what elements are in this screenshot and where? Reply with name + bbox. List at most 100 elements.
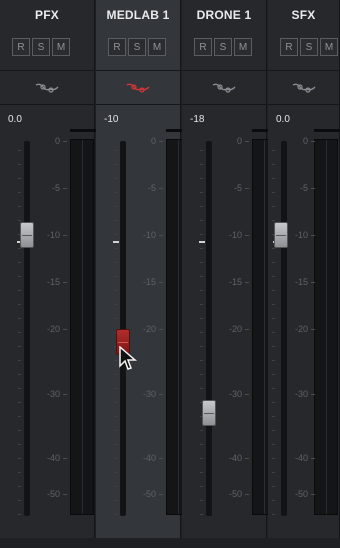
scale-label: -5 bbox=[147, 183, 156, 193]
minor-tick bbox=[200, 234, 203, 235]
scale-label: -20 bbox=[46, 324, 60, 334]
minor-tick bbox=[18, 444, 21, 445]
minor-tick bbox=[114, 164, 117, 165]
volume-readout[interactable]: -18 bbox=[190, 114, 204, 125]
scale-label: -50 bbox=[294, 489, 308, 499]
volume-fader-knob[interactable] bbox=[274, 222, 288, 248]
scale-tick bbox=[159, 235, 163, 236]
minor-tick bbox=[18, 276, 21, 277]
scale-label: -15 bbox=[228, 277, 242, 287]
record-button[interactable]: R bbox=[280, 38, 298, 56]
minor-tick bbox=[18, 290, 21, 291]
minor-tick bbox=[272, 388, 275, 389]
minor-tick bbox=[272, 514, 275, 515]
meter-channel-divider bbox=[264, 140, 265, 514]
scale-tick bbox=[63, 329, 67, 330]
eq-section[interactable] bbox=[182, 70, 266, 105]
scale-tick bbox=[245, 282, 249, 283]
solo-button[interactable]: S bbox=[300, 38, 318, 56]
minor-tick bbox=[18, 374, 21, 375]
minor-tick bbox=[200, 458, 203, 459]
solo-button[interactable]: S bbox=[32, 38, 50, 56]
scale-tick bbox=[311, 188, 315, 189]
minor-tick bbox=[272, 206, 275, 207]
scale-tick bbox=[311, 235, 315, 236]
minor-tick bbox=[18, 486, 21, 487]
eq-section[interactable] bbox=[268, 70, 339, 105]
scale-label: -10 bbox=[46, 230, 60, 240]
channel-name[interactable]: PFX bbox=[0, 8, 94, 22]
scale-tick bbox=[245, 188, 249, 189]
minor-tick bbox=[272, 458, 275, 459]
eq-curve-icon[interactable] bbox=[35, 79, 59, 95]
scale-label: 0 bbox=[302, 136, 308, 146]
solo-button[interactable]: S bbox=[214, 38, 232, 56]
minor-tick bbox=[200, 346, 203, 347]
minor-tick bbox=[18, 388, 21, 389]
minor-tick bbox=[200, 374, 203, 375]
mute-button[interactable]: M bbox=[234, 38, 252, 56]
minor-tick bbox=[272, 472, 275, 473]
mouse-pointer-icon bbox=[118, 345, 138, 372]
scale-label: -10 bbox=[228, 230, 242, 240]
eq-curve-icon[interactable] bbox=[292, 79, 316, 95]
scale-label: -50 bbox=[228, 489, 242, 499]
scale-label: 0 bbox=[236, 136, 242, 146]
minor-tick bbox=[272, 360, 275, 361]
scale-tick bbox=[63, 394, 67, 395]
minor-tick bbox=[200, 486, 203, 487]
scale-label: 0 bbox=[54, 136, 60, 146]
volume-readout[interactable]: 0.0 bbox=[8, 114, 22, 125]
channel-name[interactable]: SFX bbox=[268, 8, 339, 22]
fader-track[interactable] bbox=[24, 141, 30, 516]
minor-tick bbox=[18, 262, 21, 263]
minor-tick bbox=[200, 276, 203, 277]
volume-fader-knob[interactable] bbox=[202, 400, 216, 426]
minor-tick bbox=[18, 346, 21, 347]
minor-tick bbox=[114, 472, 117, 473]
minor-tick bbox=[272, 220, 275, 221]
channel-name[interactable]: DRONE 1 bbox=[182, 8, 266, 22]
scale-tick bbox=[311, 282, 315, 283]
volume-readout[interactable]: -10 bbox=[104, 114, 118, 125]
volume-readout[interactable]: 0.0 bbox=[276, 114, 290, 125]
mute-button[interactable]: M bbox=[148, 38, 166, 56]
channel-strip[interactable]: DRONE 1 R S M -18 0 -5 -10 -15 -20 -30 -40 -50 bbox=[182, 0, 278, 538]
channel-strip[interactable]: SFX R S M 0.0 0 -5 -10 -15 -20 -30 -40 -50 bbox=[268, 0, 340, 538]
minor-tick bbox=[200, 332, 203, 333]
scale-label: -20 bbox=[294, 324, 308, 334]
minor-tick bbox=[272, 248, 275, 249]
minor-tick bbox=[18, 402, 21, 403]
record-button[interactable]: R bbox=[194, 38, 212, 56]
minor-tick bbox=[272, 430, 275, 431]
minor-tick bbox=[18, 304, 21, 305]
channel-name[interactable]: MEDLAB 1 bbox=[96, 8, 180, 22]
level-meter bbox=[70, 139, 94, 515]
eq-curve-icon[interactable] bbox=[126, 79, 150, 95]
record-button[interactable]: R bbox=[12, 38, 30, 56]
channel-strip[interactable]: MEDLAB 1 R S M -10 0 -5 -10 -15 -20 -30 -40 -50 bbox=[96, 0, 192, 538]
eq-curve-icon[interactable] bbox=[212, 79, 236, 95]
record-button[interactable]: R bbox=[108, 38, 126, 56]
scale-tick bbox=[311, 329, 315, 330]
scale-tick bbox=[245, 329, 249, 330]
eq-section[interactable] bbox=[96, 70, 180, 105]
channel-strip[interactable]: PFX R S M 0.0 0 -5 -10 -15 -20 -30 -40 -50 bbox=[0, 0, 96, 538]
scale-tick bbox=[159, 188, 163, 189]
minor-tick bbox=[272, 332, 275, 333]
minor-tick bbox=[114, 262, 117, 263]
solo-button[interactable]: S bbox=[128, 38, 146, 56]
minor-tick bbox=[114, 416, 117, 417]
mute-button[interactable]: M bbox=[320, 38, 338, 56]
minor-tick bbox=[200, 500, 203, 501]
fader-track[interactable] bbox=[206, 141, 212, 516]
minor-tick bbox=[18, 178, 21, 179]
minor-tick bbox=[18, 472, 21, 473]
eq-section[interactable] bbox=[0, 70, 94, 105]
minor-tick bbox=[114, 458, 117, 459]
mute-button[interactable]: M bbox=[52, 38, 70, 56]
minor-tick bbox=[200, 430, 203, 431]
scale-tick bbox=[159, 458, 163, 459]
volume-fader-knob[interactable] bbox=[20, 222, 34, 248]
minor-tick bbox=[114, 430, 117, 431]
